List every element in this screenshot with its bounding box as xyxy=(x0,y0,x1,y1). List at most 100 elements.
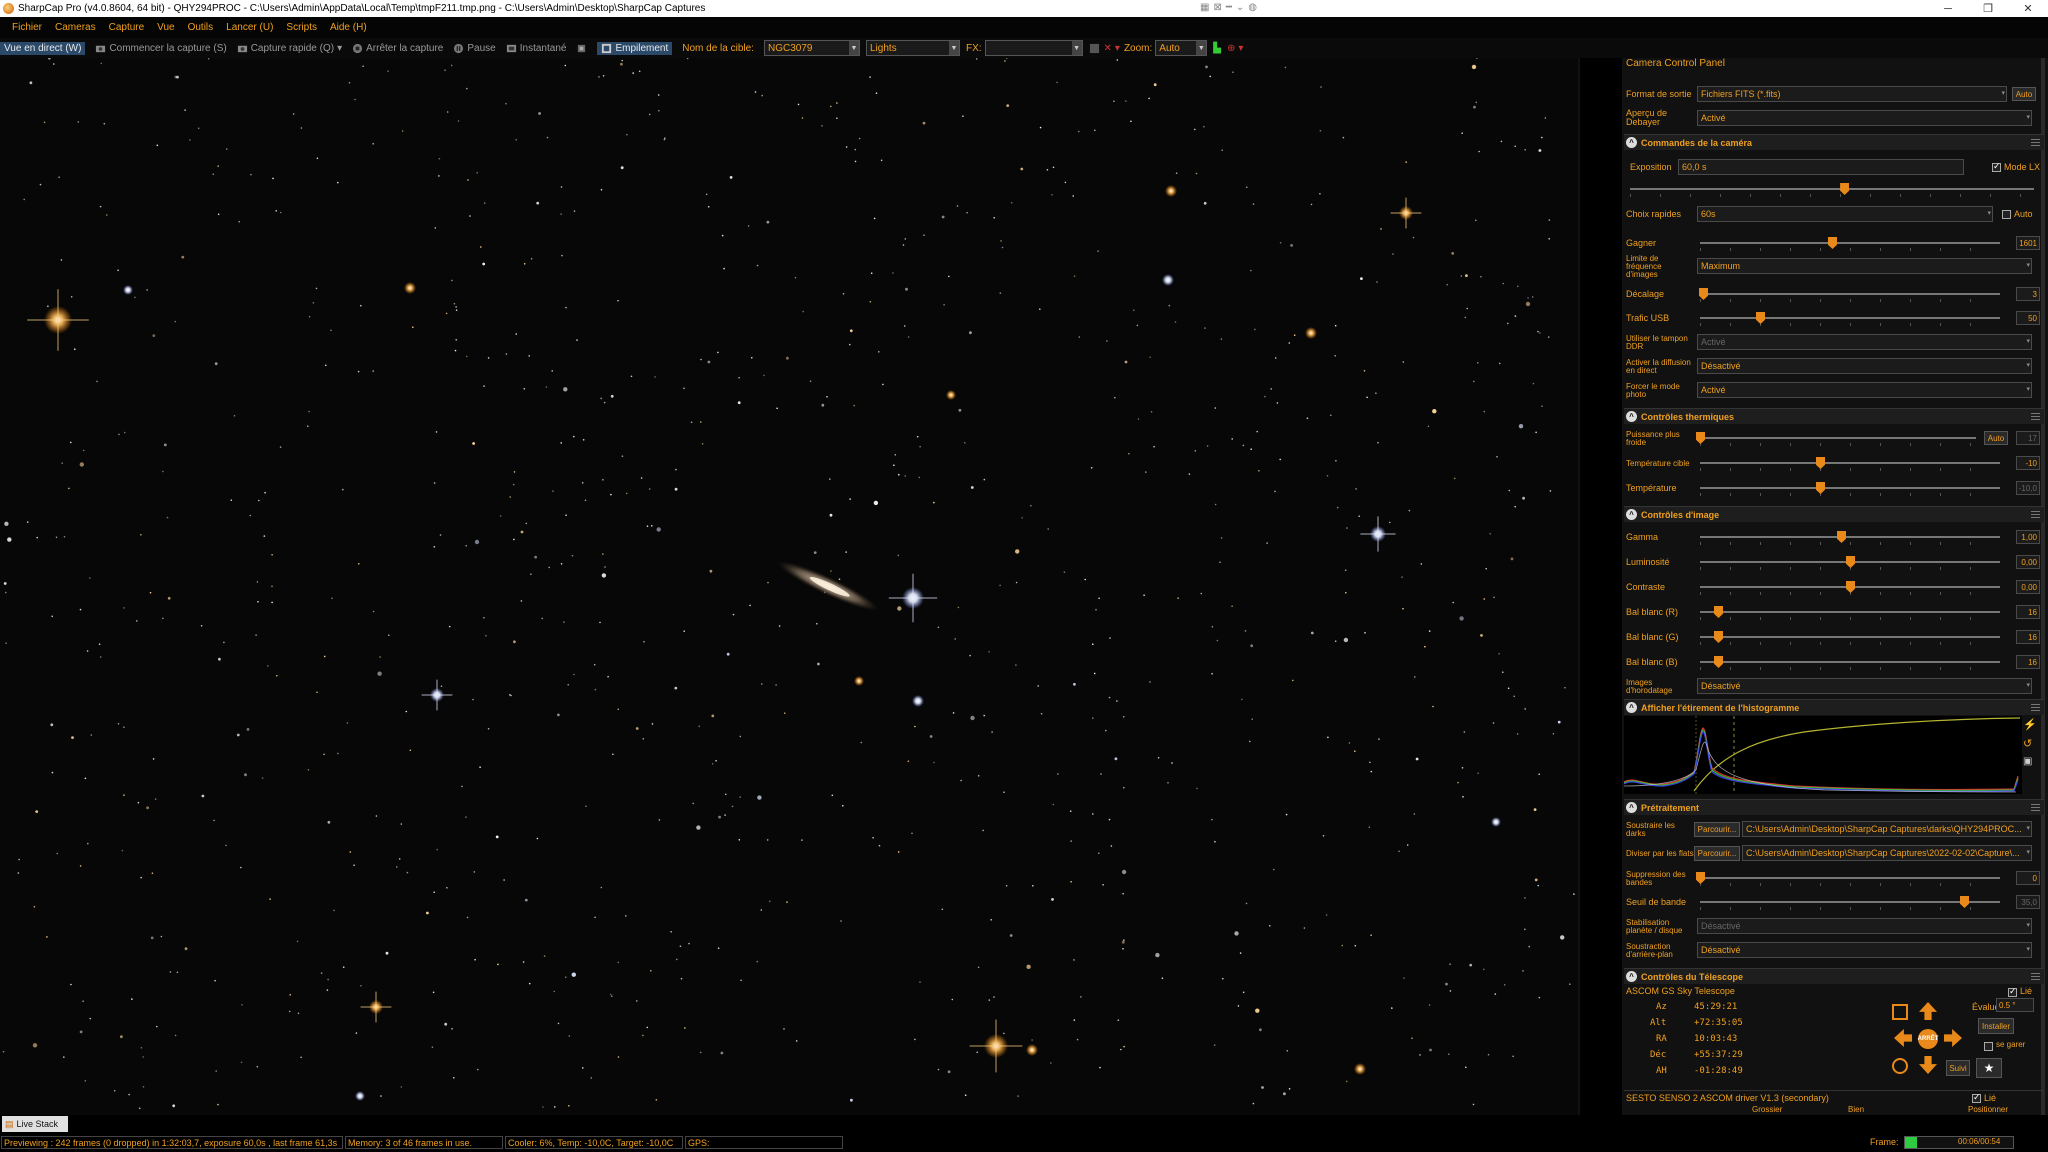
banding-slider[interactable] xyxy=(1696,872,2000,886)
target-icon[interactable] xyxy=(1892,1058,1908,1074)
usb-traffic-value[interactable]: 50 xyxy=(2016,311,2040,325)
menu-outils[interactable]: Outils xyxy=(188,22,214,33)
lx-mode-checkbox[interactable] xyxy=(1992,161,2001,172)
focuser-linked-checkbox[interactable] xyxy=(1972,1092,1981,1103)
camera-controls-header[interactable]: ^ Commandes de la caméra xyxy=(1624,134,2044,150)
layout-icon[interactable]: ⊠ xyxy=(1213,2,1221,13)
live-view-button[interactable]: Vue en direct (W) xyxy=(0,41,86,55)
gamma-slider[interactable] xyxy=(1700,531,2000,545)
output-auto-button[interactable]: Auto xyxy=(2012,87,2036,101)
flats-select[interactable]: C:\Users\Admin\Desktop\SharpCap Captures… xyxy=(1742,845,2032,861)
chevron-down-icon[interactable]: ▾ xyxy=(337,43,342,54)
reset-icon[interactable]: ↺ xyxy=(2023,737,2037,750)
stacking-button[interactable]: Empilement xyxy=(597,41,673,55)
collapse-icon[interactable]: ^ xyxy=(1626,971,1637,982)
settings-tool-button[interactable] xyxy=(576,43,587,54)
minimize-button[interactable]: ─ xyxy=(1928,0,1968,17)
telescope-linked-checkbox[interactable] xyxy=(2008,986,2017,997)
frame-icon[interactable] xyxy=(1892,1004,1908,1020)
contrast-slider[interactable] xyxy=(1700,581,2000,595)
chevron-down-icon[interactable]: ▼ xyxy=(1196,41,1207,55)
target-temp-slider[interactable] xyxy=(1700,457,2000,471)
target-temp-value[interactable]: -10 xyxy=(2016,456,2040,470)
thermal-controls-header[interactable]: ^ Contrôles thermiques xyxy=(1624,408,2044,424)
fx-settings-button[interactable] xyxy=(1089,43,1100,54)
image-viewport[interactable] xyxy=(0,58,1580,1115)
gain-slider[interactable] xyxy=(1700,237,2000,251)
telescope-controls-header[interactable]: ^ Contrôles du Télescope xyxy=(1624,968,2044,984)
snapshot-button[interactable]: Instantané xyxy=(506,43,566,54)
gamma-value[interactable]: 1,00 xyxy=(2016,530,2040,544)
collapse-icon[interactable]: ^ xyxy=(1626,702,1637,713)
maximize-button[interactable]: ❐ xyxy=(1968,0,2008,17)
debayer-select[interactable]: Activé ▾ xyxy=(1697,110,2032,126)
menu-lancer[interactable]: Lancer (U) xyxy=(226,22,273,33)
preprocessing-header[interactable]: ^ Prétraitement xyxy=(1624,799,2044,815)
output-format-select[interactable]: Fichiers FITS (*.fits) ▾ xyxy=(1697,86,2007,102)
park-checkbox[interactable] xyxy=(1984,1042,1993,1051)
lightning-icon[interactable]: ⚡ xyxy=(2023,718,2037,731)
menu-scripts[interactable]: Scripts xyxy=(286,22,317,33)
close-button[interactable]: ✕ xyxy=(2008,0,2048,17)
hamburger-icon[interactable] xyxy=(2031,139,2040,146)
cooler-auto-button[interactable]: Auto xyxy=(1984,431,2008,445)
contrast-value[interactable]: 0,00 xyxy=(2016,580,2040,594)
exposure-field[interactable]: 60,0 s xyxy=(1678,159,1964,175)
frame-rate-limit-select[interactable]: Maximum ▾ xyxy=(1697,258,2032,274)
hamburger-icon[interactable] xyxy=(2031,704,2040,711)
arrow-up-button[interactable] xyxy=(1919,1002,1937,1020)
cooler-power-value[interactable]: 17 xyxy=(2016,431,2040,445)
globe-icon[interactable]: ◍ xyxy=(1248,2,1257,13)
hamburger-icon[interactable] xyxy=(2031,413,2040,420)
install-button[interactable]: Installer xyxy=(1978,1018,2014,1034)
wb-green-slider[interactable] xyxy=(1700,631,2000,645)
arrow-down-button[interactable] xyxy=(1919,1056,1937,1074)
background-sub-select[interactable]: Désactivé ▾ xyxy=(1697,942,2032,958)
arrow-left-button[interactable] xyxy=(1894,1029,1912,1047)
minus-icon[interactable]: ━ xyxy=(1226,2,1232,13)
collapse-icon[interactable]: ^ xyxy=(1626,411,1637,422)
image-controls-header[interactable]: ^ Contrôles d'image xyxy=(1624,506,2044,522)
menu-aide[interactable]: Aide (H) xyxy=(330,22,367,33)
wb-red-slider[interactable] xyxy=(1700,606,2000,620)
stop-capture-button[interactable]: Arrêter la capture xyxy=(352,43,443,54)
menu-vue[interactable]: Vue xyxy=(157,22,174,33)
timestamp-select[interactable]: Désactivé ▾ xyxy=(1697,678,2032,694)
wb-green-value[interactable]: 16 xyxy=(2016,630,2040,644)
pause-button[interactable]: Pause xyxy=(453,43,496,54)
tracking-button[interactable]: Suivi xyxy=(1946,1060,1970,1076)
wb-blue-value[interactable]: 16 xyxy=(2016,655,2040,669)
darks-select[interactable]: C:\Users\Admin\Desktop\SharpCap Captures… xyxy=(1742,821,2032,837)
cooler-power-slider[interactable] xyxy=(1696,432,1976,446)
band-threshold-slider[interactable] xyxy=(1700,896,2000,910)
wb-blue-slider[interactable] xyxy=(1700,656,2000,670)
stabilization-select[interactable]: Désactivé ▾ xyxy=(1697,918,2032,934)
histogram-chart[interactable] xyxy=(1623,716,2022,794)
chevron-down-icon[interactable]: ▼ xyxy=(948,41,959,55)
start-capture-button[interactable]: Commencer la capture (S) xyxy=(95,43,227,54)
chevron-down-icon[interactable]: ▼ xyxy=(848,41,859,55)
quick-choice-select[interactable]: 60s ▾ xyxy=(1697,206,1993,222)
band-threshold-value[interactable]: 35,0 xyxy=(2016,895,2040,909)
slew-rate-select[interactable]: 0.5 ° xyxy=(1996,998,2034,1012)
chevron-down-icon[interactable]: ▼ xyxy=(1071,41,1082,55)
menu-capture[interactable]: Capture xyxy=(109,22,145,33)
tab-live-stack[interactable]: ▤ Live Stack xyxy=(2,1116,68,1132)
brightness-value[interactable]: 0,00 xyxy=(2016,555,2040,569)
live-broadcast-select[interactable]: Désactivé ▾ xyxy=(1697,358,2032,374)
star-icon[interactable]: ★ xyxy=(1976,1058,2002,1078)
wb-red-value[interactable]: 16 xyxy=(2016,605,2040,619)
chevron-down-icon[interactable]: ⌄ xyxy=(1236,2,1244,13)
quick-capture-button[interactable]: Capture rapide (Q) ▾ xyxy=(237,43,342,54)
ddr-buffer-select[interactable]: Activé ▾ xyxy=(1697,334,2032,350)
usb-traffic-slider[interactable] xyxy=(1700,312,2000,326)
exposure-slider[interactable] xyxy=(1630,183,2034,197)
menu-cameras[interactable]: Cameras xyxy=(55,22,96,33)
grid-icon[interactable]: ▦ xyxy=(1200,2,1209,13)
menu-fichier[interactable]: Fichier xyxy=(12,22,42,33)
chevron-down-icon[interactable]: ▾ xyxy=(1238,43,1243,54)
banding-value[interactable]: 0 xyxy=(2016,871,2040,885)
fx-combo[interactable]: ▼ xyxy=(984,40,1083,56)
save-icon[interactable]: ▣ xyxy=(2023,756,2037,767)
stop-button[interactable]: ARRÊT xyxy=(1918,1029,1938,1049)
